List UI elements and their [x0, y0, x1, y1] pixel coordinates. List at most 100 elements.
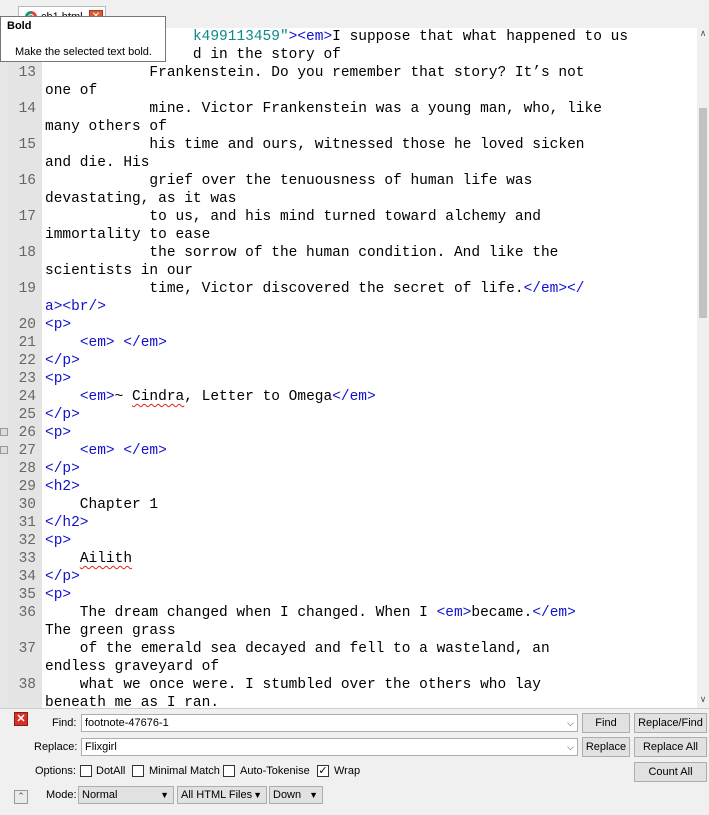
- scope-select-value: All HTML Files: [181, 789, 253, 801]
- line-number: 26: [18, 425, 36, 441]
- chevron-down-icon[interactable]: ⌵: [567, 739, 574, 755]
- code-line[interactable]: grief over the tenuousness of human life…: [45, 172, 532, 190]
- dotall-checkbox[interactable]: [80, 765, 92, 777]
- options-label: Options:: [35, 765, 76, 777]
- code-text: one of: [45, 83, 98, 99]
- code-line[interactable]: devastating, as it was: [45, 190, 236, 208]
- line-number: 16: [18, 173, 36, 189]
- scroll-up-icon[interactable]: ∧: [697, 28, 709, 42]
- code-text: I suppose that what happened to us: [332, 29, 629, 45]
- code-text: grief over the tenuousness of human life…: [45, 173, 533, 189]
- wrap-checkbox[interactable]: ✓: [317, 765, 329, 777]
- code-text: Frankenstein. Do you remember that story…: [45, 65, 585, 81]
- replace-button[interactable]: Replace: [582, 737, 630, 757]
- line-number: 13: [18, 65, 36, 81]
- scroll-down-icon[interactable]: ∨: [697, 694, 709, 708]
- code-line[interactable]: </p>: [45, 460, 80, 478]
- code-line[interactable]: </p>: [45, 568, 80, 586]
- code-line[interactable]: </h2>: [45, 514, 89, 532]
- html-tag-token: <p>: [45, 317, 72, 333]
- code-line[interactable]: the sorrow of the human condition. And l…: [45, 244, 558, 262]
- code-line[interactable]: <p>: [45, 370, 71, 388]
- mode-select[interactable]: Normal ▼: [78, 786, 174, 804]
- code-line[interactable]: and die. His: [45, 154, 149, 172]
- find-button[interactable]: Find: [582, 713, 630, 733]
- code-text: to us, and his mind turned toward alchem…: [45, 209, 541, 225]
- html-tag-token: <p>: [45, 425, 72, 441]
- line-number: 21: [18, 335, 36, 351]
- line-number: 20: [18, 317, 36, 333]
- code-line[interactable]: Frankenstein. Do you remember that story…: [45, 64, 585, 82]
- code-line[interactable]: one of: [45, 82, 97, 100]
- auto-tokenise-label: Auto-Tokenise: [240, 765, 310, 777]
- code-line[interactable]: many others of: [45, 118, 167, 136]
- code-line[interactable]: <p>: [45, 316, 71, 334]
- find-input[interactable]: footnote-47676-1 ⌵: [81, 714, 578, 732]
- count-all-button[interactable]: Count All: [634, 762, 707, 782]
- code-text: what we once were. I stumbled over the o…: [45, 677, 541, 693]
- code-line[interactable]: mine. Victor Frankenstein was a young ma…: [45, 100, 601, 118]
- line-number: 35: [18, 587, 36, 603]
- chevron-down-icon[interactable]: ⌵: [567, 715, 574, 731]
- line-number: 29: [18, 479, 36, 495]
- code-editor[interactable]: k499113459"><em>I suppose that what happ…: [9, 28, 697, 708]
- editor-vertical-scrollbar[interactable]: ∧ ∨: [697, 28, 709, 708]
- code-line[interactable]: The green grass: [45, 622, 176, 640]
- code-line[interactable]: immortality to ease: [45, 226, 210, 244]
- auto-tokenise-checkbox[interactable]: [223, 765, 235, 777]
- code-text: immortality to ease: [45, 227, 211, 243]
- replace-all-button[interactable]: Replace All: [634, 737, 707, 757]
- left-splitter[interactable]: [0, 28, 9, 708]
- code-line[interactable]: <em> </em>: [45, 334, 167, 352]
- replace-input[interactable]: Flixgirl ⌵: [81, 738, 578, 756]
- code-line[interactable]: Chapter 1: [45, 496, 158, 514]
- code-line[interactable]: <p>: [45, 586, 71, 604]
- find-replace-panel: ✕ Find: footnote-47676-1 ⌵ Find Replace/…: [0, 708, 709, 815]
- html-tag-token: </p>: [45, 569, 80, 585]
- minimal-match-label: Minimal Match: [149, 765, 220, 777]
- code-line[interactable]: scientists in our: [45, 262, 193, 280]
- code-line[interactable]: endless graveyard of: [45, 658, 219, 676]
- code-line[interactable]: what we once were. I stumbled over the o…: [45, 676, 541, 694]
- scrollbar-thumb[interactable]: [699, 108, 707, 318]
- find-label: Find:: [52, 717, 77, 729]
- scope-select[interactable]: All HTML Files ▼: [177, 786, 267, 804]
- dotall-label: DotAll: [96, 765, 126, 777]
- code-line[interactable]: The dream changed when I changed. When I…: [45, 604, 576, 622]
- code-line[interactable]: <em>~ Cindra, Letter to Omega</em>: [45, 388, 376, 406]
- code-text: of the emerald sea decayed and fell to a…: [45, 641, 550, 657]
- code-line[interactable]: </p>: [45, 352, 80, 370]
- code-line[interactable]: </p>: [45, 406, 80, 424]
- code-line[interactable]: to us, and his mind turned toward alchem…: [45, 208, 541, 226]
- code-line[interactable]: a><br/>: [45, 298, 106, 316]
- code-line[interactable]: his time and ours, witnessed those he lo…: [45, 136, 584, 154]
- splitter-handle-icon[interactable]: [0, 446, 8, 454]
- html-tag-token: <em>: [436, 605, 472, 621]
- find-input-value: footnote-47676-1: [85, 717, 169, 729]
- code-line[interactable]: <p>: [45, 424, 71, 442]
- html-tag-token: <em>: [79, 389, 115, 405]
- minimal-match-checkbox[interactable]: [132, 765, 144, 777]
- expand-panel-icon[interactable]: ⌃: [14, 790, 28, 804]
- code-line[interactable]: beneath me as I ran.: [45, 694, 219, 708]
- code-line[interactable]: time, Victor discovered the secret of li…: [45, 280, 584, 298]
- close-find-icon[interactable]: ✕: [14, 712, 28, 726]
- html-tag-token: </em>: [123, 443, 167, 459]
- code-text: ~: [114, 389, 133, 405]
- code-text: The green grass: [45, 623, 176, 639]
- code-line[interactable]: of the emerald sea decayed and fell to a…: [45, 640, 550, 658]
- html-tag-token: </p>: [45, 353, 80, 369]
- code-line[interactable]: <em> </em>: [45, 442, 167, 460]
- replace-find-button[interactable]: Replace/Find: [634, 713, 707, 733]
- html-tag-token: </em>: [332, 389, 376, 405]
- code-line[interactable]: <p>: [45, 532, 71, 550]
- html-tag-token: </p>: [45, 461, 80, 477]
- code-text: many others of: [45, 119, 167, 135]
- code-line[interactable]: <h2>: [45, 478, 80, 496]
- direction-select[interactable]: Down ▼: [269, 786, 323, 804]
- html-tag-token: ><em>: [288, 29, 333, 45]
- splitter-handle-icon[interactable]: [0, 428, 8, 436]
- code-line[interactable]: Ailith: [45, 550, 132, 568]
- code-text: k499113459": [192, 29, 289, 45]
